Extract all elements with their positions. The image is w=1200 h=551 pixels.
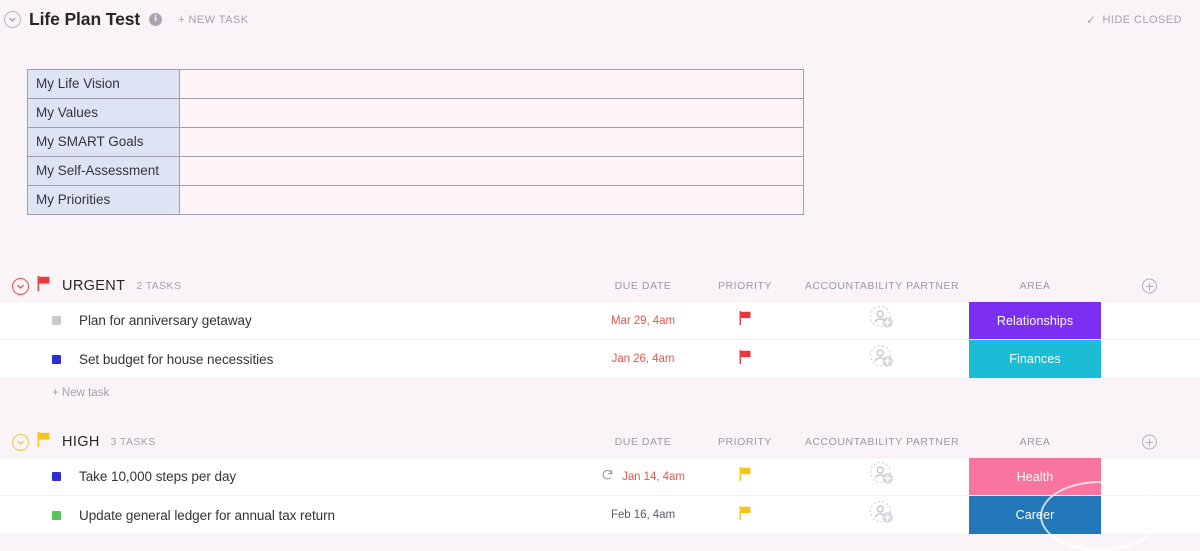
task-accountability-partner-cell[interactable] [832,496,932,534]
add-assignee-avatar-icon[interactable] [869,344,895,375]
check-icon: ✓ [1086,14,1097,26]
priority-flag-icon [739,506,752,525]
spacer [0,215,1200,271]
table-label-cell[interactable]: My Life Vision [28,70,180,99]
task-rows: Take 10,000 steps per day Jan 14, 4am Heal… [0,457,1200,535]
page-title: Life Plan Test [29,9,140,30]
task-accountability-partner-cell[interactable] [832,340,932,378]
priority-flag-icon [739,467,752,486]
task-area-tag[interactable]: Relationships [969,302,1101,339]
task-priority-cell[interactable] [705,302,785,339]
table-label-cell[interactable]: My SMART Goals [28,128,180,157]
group-spacer [0,406,1200,427]
table-row: My Priorities [28,186,804,215]
group-task-count: 3 TASKS [111,436,156,448]
info-icon[interactable]: i [149,13,162,26]
column-header-due-date[interactable]: DUE DATE [615,280,672,292]
table-row: My Values [28,99,804,128]
new-task-button[interactable]: + NEW TASK [178,14,248,26]
group-priority-flag-icon [37,276,51,296]
task-name[interactable]: Update general ledger for annual tax ret… [79,508,335,523]
add-assignee-avatar-icon[interactable] [869,500,895,531]
task-due-date: Jan 14, 4am [622,471,685,483]
task-due-date-cell[interactable]: Jan 14, 4am [563,458,723,495]
task-row[interactable]: Take 10,000 steps per day Jan 14, 4am Heal… [0,457,1200,496]
task-group-header: URGENT 2 TASKS DUE DATE PRIORITY ACCOUNTABIL… [0,271,1200,301]
task-row[interactable]: Update general ledger for annual tax ret… [0,496,1200,535]
task-due-date: Mar 29, 4am [611,315,675,327]
hide-closed-toggle[interactable]: ✓ HIDE CLOSED [1086,14,1182,26]
group-task-count: 2 TASKS [136,280,181,292]
task-due-date: Feb 16, 4am [611,509,675,521]
task-due-date-cell[interactable]: Feb 16, 4am [563,496,723,534]
task-area-tag[interactable]: Finances [969,340,1101,378]
add-assignee-avatar-icon[interactable] [869,305,895,336]
priority-flag-icon [739,350,752,369]
priority-flag-icon [739,311,752,330]
task-status-square-icon[interactable] [52,511,61,520]
column-header-due-date[interactable]: DUE DATE [615,436,672,448]
group-name: HIGH [62,434,100,450]
task-priority-cell[interactable] [705,458,785,495]
add-column-button[interactable]: + [1142,279,1157,294]
group-priority-flag-icon [37,432,51,452]
group-collapse-chevron-icon[interactable] [12,278,29,295]
column-header-accountability-partner[interactable]: ACCOUNTABILITY PARTNER [805,436,959,448]
table-row: My Self-Assessment [28,157,804,186]
task-name[interactable]: Plan for anniversary getaway [79,313,252,328]
task-name[interactable]: Set budget for house necessities [79,352,273,367]
life-plan-table: My Life Vision My Values My SMART Goals … [27,69,804,215]
task-row[interactable]: Plan for anniversary getaway Mar 29, 4am R… [0,301,1200,340]
column-header-area[interactable]: AREA [1020,280,1051,292]
task-area-tag[interactable]: Health [969,458,1101,495]
table-value-cell[interactable] [180,70,804,99]
table-value-cell[interactable] [180,99,804,128]
hide-closed-label: HIDE CLOSED [1102,14,1182,26]
task-group-header: HIGH 3 TASKS DUE DATE PRIORITY ACCOUNTABILIT… [0,427,1200,457]
collapse-all-chevron-icon[interactable] [4,11,21,28]
life-plan-table-wrapper: My Life Vision My Values My SMART Goals … [27,69,1200,215]
table-label-cell[interactable]: My Self-Assessment [28,157,180,186]
task-name[interactable]: Take 10,000 steps per day [79,469,236,484]
column-header-area[interactable]: AREA [1020,436,1051,448]
task-status-square-icon[interactable] [52,316,61,325]
task-row[interactable]: Set budget for house necessities Jan 26, … [0,340,1200,379]
column-header-accountability-partner[interactable]: ACCOUNTABILITY PARTNER [805,280,959,292]
task-due-date-cell[interactable]: Jan 26, 4am [563,340,723,378]
group-name: URGENT [62,278,125,294]
add-assignee-avatar-icon[interactable] [869,461,895,492]
task-due-date-cell[interactable]: Mar 29, 4am [563,302,723,339]
table-row: My Life Vision [28,70,804,99]
task-groups-container: URGENT 2 TASKS DUE DATE PRIORITY ACCOUNTABIL… [0,271,1200,535]
add-column-button[interactable]: + [1142,435,1157,450]
task-status-square-icon[interactable] [52,472,61,481]
table-label-cell[interactable]: My Values [28,99,180,128]
task-accountability-partner-cell[interactable] [832,458,932,495]
table-value-cell[interactable] [180,157,804,186]
task-rows: Plan for anniversary getaway Mar 29, 4am R… [0,301,1200,379]
group-collapse-chevron-icon[interactable] [12,434,29,451]
task-accountability-partner-cell[interactable] [832,302,932,339]
column-header-priority[interactable]: PRIORITY [718,280,772,292]
life-plan-table-body: My Life Vision My Values My SMART Goals … [28,70,804,215]
table-value-cell[interactable] [180,128,804,157]
task-area-tag[interactable]: Career [969,496,1101,534]
task-group: URGENT 2 TASKS DUE DATE PRIORITY ACCOUNTABIL… [0,271,1200,427]
task-due-date: Jan 26, 4am [612,353,675,365]
task-group: HIGH 3 TASKS DUE DATE PRIORITY ACCOUNTABILIT… [0,427,1200,535]
add-new-task-row[interactable]: + New task [0,379,1200,406]
table-row: My SMART Goals [28,128,804,157]
column-header-priority[interactable]: PRIORITY [718,436,772,448]
table-label-cell[interactable]: My Priorities [28,186,180,215]
task-status-square-icon[interactable] [52,355,61,364]
task-priority-cell[interactable] [705,496,785,534]
top-toolbar: Life Plan Test i + NEW TASK ✓ HIDE CLOSE… [0,0,1200,39]
recurring-icon [601,468,614,486]
task-priority-cell[interactable] [705,340,785,378]
table-value-cell[interactable] [180,186,804,215]
